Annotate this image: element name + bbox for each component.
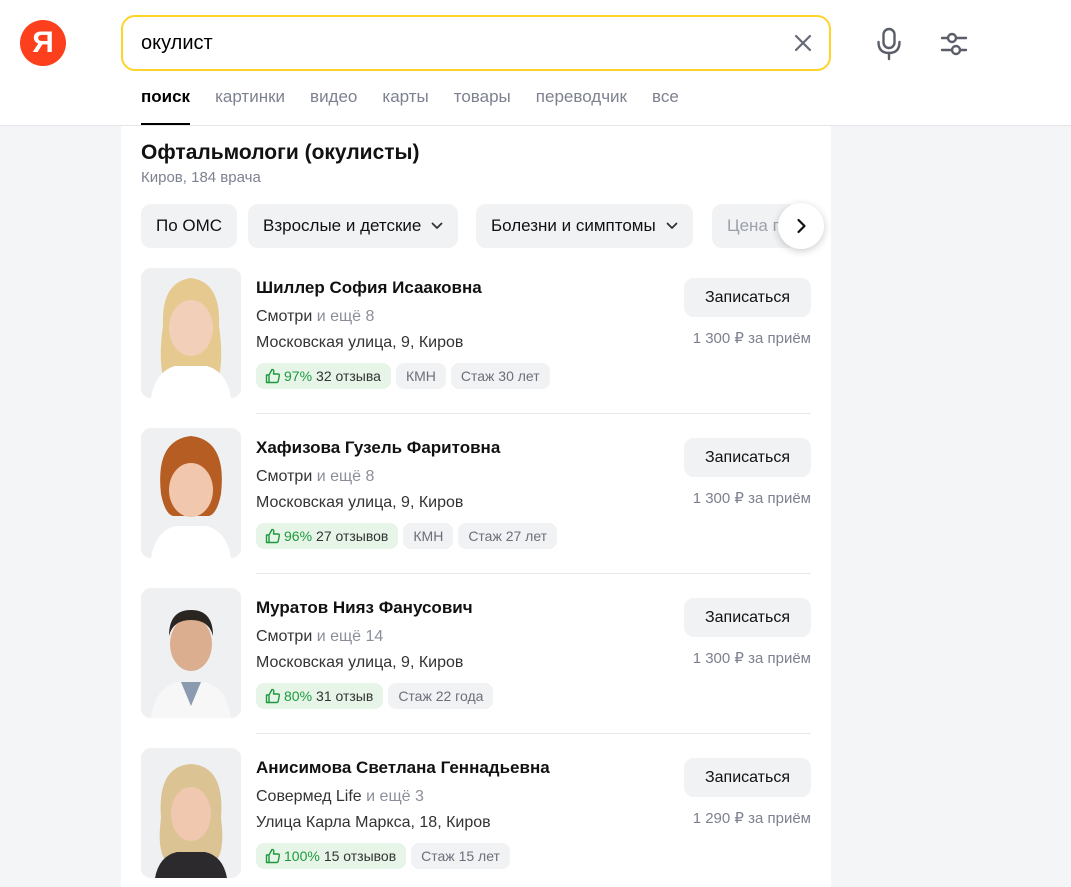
doctor-name[interactable]: Муратов Нияз Фанусович — [256, 598, 473, 618]
card-subtitle: Киров, 184 врача — [141, 169, 261, 186]
tab-search[interactable]: поиск — [141, 87, 191, 125]
doctor-name[interactable]: Шиллер София Исааковна — [256, 278, 482, 298]
search-tabs: поиск картинки видео карты товары перево… — [141, 87, 704, 125]
doctor-item: Хафизова Гузель Фаритовна Смотри и ещё 8… — [141, 428, 811, 588]
filter-label: Цена п — [727, 216, 782, 235]
clinic-name[interactable]: Смотри — [256, 468, 312, 485]
tab-all[interactable]: все — [652, 87, 679, 125]
doctor-photo[interactable] — [141, 268, 241, 398]
price: 1 300 ₽ за приём — [692, 650, 811, 667]
thumbs-up-icon — [265, 528, 281, 544]
doctor-clinic: Смотри и ещё 8 — [256, 308, 374, 326]
book-appointment-button[interactable]: Записаться — [684, 598, 811, 637]
rating-percent: 100% — [284, 848, 320, 864]
header: Я поиск картинки видео карты товары пере… — [0, 0, 1071, 126]
rating-badge[interactable]: 97% 32 отзыва — [256, 363, 391, 389]
divider — [256, 413, 811, 414]
clinic-name[interactable]: Смотри — [256, 308, 312, 325]
rating-percent: 97% — [284, 368, 313, 384]
doctor-clinic: Совермед Life и ещё 3 — [256, 788, 424, 806]
doctor-badges: 100% 15 отзывов Стаж 15 лет — [256, 843, 515, 869]
doctor-badges: 96% 27 отзывов КМН Стаж 27 лет — [256, 523, 562, 549]
tab-maps[interactable]: карты — [382, 87, 428, 125]
rating-badge[interactable]: 80% 31 отзыв — [256, 683, 384, 709]
doctors-card: Офтальмологи (окулисты) Киров, 184 врача… — [121, 126, 831, 887]
doctor-address: Московская улица, 9, Киров — [256, 654, 464, 671]
filter-label: Взрослые и детские — [263, 216, 422, 235]
chevron-down-icon — [431, 222, 443, 229]
rating-percent: 80% — [284, 688, 313, 704]
review-count: 31 отзыв — [316, 688, 374, 704]
chevron-right-icon[interactable] — [778, 203, 824, 249]
microphone-icon[interactable] — [874, 27, 904, 61]
doctor-address: Московская улица, 9, Киров — [256, 334, 464, 351]
chevron-down-icon — [666, 222, 678, 229]
filter-age[interactable]: Взрослые и детские — [248, 204, 459, 248]
filter-diseases[interactable]: Болезни и симптомы — [476, 204, 693, 248]
price: 1 290 ₽ за приём — [692, 810, 811, 827]
rating-percent: 96% — [284, 528, 313, 544]
filter-chips: По ОМС Взрослые и детские Болезни и симп… — [141, 204, 831, 248]
clinic-more[interactable]: и ещё 8 — [317, 468, 375, 485]
degree-badge: КМН — [395, 363, 446, 389]
doctor-badges: 80% 31 отзыв Стаж 22 года — [256, 683, 498, 709]
filter-settings-icon[interactable] — [938, 28, 970, 60]
doctor-name[interactable]: Хафизова Гузель Фаритовна — [256, 438, 500, 458]
doctor-photo[interactable] — [141, 588, 241, 718]
doctor-photo[interactable] — [141, 748, 241, 878]
filter-oms[interactable]: По ОМС — [141, 204, 238, 248]
thumbs-up-icon — [265, 848, 281, 864]
doctor-badges: 97% 32 отзыва КМН Стаж 30 лет — [256, 363, 555, 389]
doctor-item: Муратов Нияз Фанусович Смотри и ещё 14 М… — [141, 588, 811, 748]
rating-badge[interactable]: 100% 15 отзывов — [256, 843, 407, 869]
rating-badge[interactable]: 96% 27 отзывов — [256, 523, 399, 549]
divider — [256, 573, 811, 574]
book-appointment-button[interactable]: Записаться — [684, 758, 811, 797]
close-icon[interactable] — [789, 29, 817, 57]
thumbs-up-icon — [265, 368, 281, 384]
search-box — [121, 15, 831, 71]
doctor-clinic: Смотри и ещё 14 — [256, 628, 383, 646]
book-appointment-button[interactable]: Записаться — [684, 278, 811, 317]
search-input[interactable] — [141, 17, 781, 69]
review-count: 27 отзывов — [316, 528, 389, 544]
doctor-photo[interactable] — [141, 428, 241, 558]
tab-translator[interactable]: переводчик — [536, 87, 627, 125]
experience-badge: Стаж 22 года — [388, 683, 494, 709]
clinic-name[interactable]: Смотри — [256, 628, 312, 645]
divider — [256, 733, 811, 734]
clinic-more[interactable]: и ещё 14 — [317, 628, 384, 645]
filter-label: По ОМС — [156, 216, 223, 235]
experience-badge: Стаж 15 лет — [411, 843, 510, 869]
review-count: 32 отзыва — [316, 368, 381, 384]
card-title[interactable]: Офтальмологи (окулисты) — [141, 141, 419, 165]
tab-goods[interactable]: товары — [454, 87, 511, 125]
doctor-name[interactable]: Анисимова Светлана Геннадьевна — [256, 758, 550, 778]
doctor-address: Московская улица, 9, Киров — [256, 494, 464, 511]
price: 1 300 ₽ за приём — [692, 490, 811, 507]
yandex-logo[interactable]: Я — [20, 20, 66, 66]
book-appointment-button[interactable]: Записаться — [684, 438, 811, 477]
doctor-clinic: Смотри и ещё 8 — [256, 468, 374, 486]
filter-label: Болезни и симптомы — [491, 216, 656, 235]
doctor-address: Улица Карла Маркса, 18, Киров — [256, 814, 491, 831]
degree-badge: КМН — [403, 523, 454, 549]
clinic-name[interactable]: Совермед Life — [256, 788, 362, 805]
clinic-more[interactable]: и ещё 8 — [317, 308, 375, 325]
thumbs-up-icon — [265, 688, 281, 704]
experience-badge: Стаж 27 лет — [458, 523, 558, 549]
experience-badge: Стаж 30 лет — [450, 363, 550, 389]
review-count: 15 отзывов — [323, 848, 397, 864]
clinic-more[interactable]: и ещё 3 — [366, 788, 424, 805]
tab-images[interactable]: картинки — [215, 87, 285, 125]
doctor-item: Анисимова Светлана Геннадьевна Совермед … — [141, 748, 811, 887]
price: 1 300 ₽ за приём — [692, 330, 811, 347]
doctor-item: Шиллер София Исааковна Смотри и ещё 8 Мо… — [141, 268, 811, 428]
tab-video[interactable]: видео — [310, 87, 357, 125]
